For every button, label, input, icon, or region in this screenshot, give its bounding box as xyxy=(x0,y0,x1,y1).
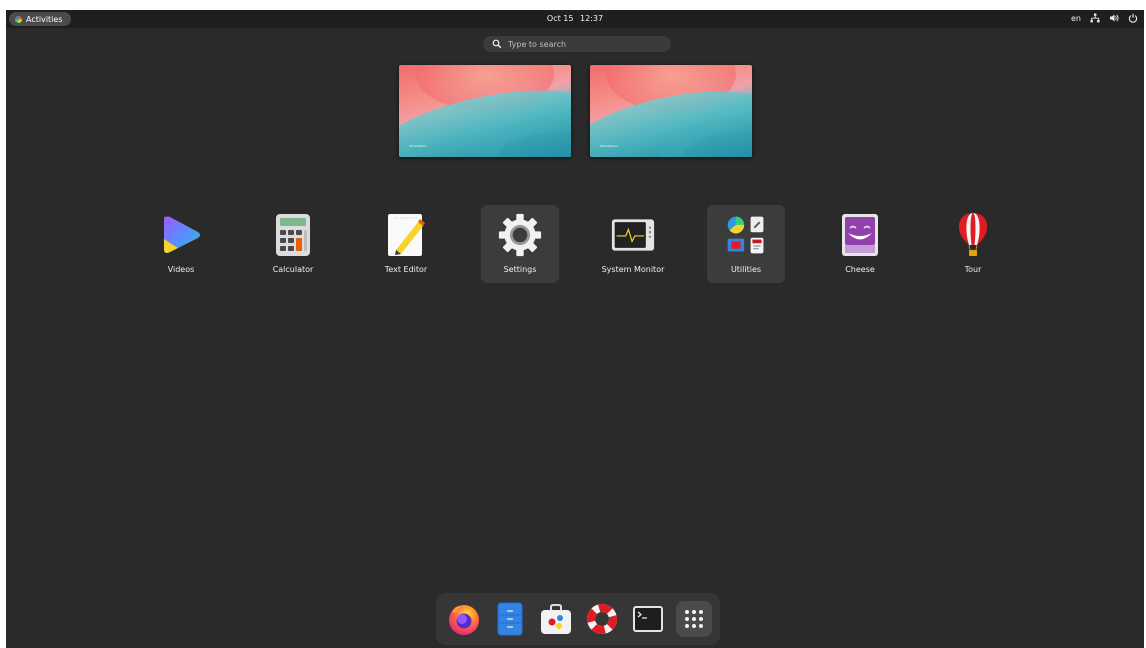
videos-icon xyxy=(159,213,203,257)
search-input[interactable] xyxy=(506,38,660,50)
desktop-overview: Activities Oct 15 12:37 en Workstation xyxy=(6,10,1144,648)
dock-files[interactable] xyxy=(492,601,528,637)
app-folder-utilities[interactable]: Utilities xyxy=(707,205,785,283)
app-system-monitor[interactable]: System Monitor xyxy=(594,205,672,283)
app-calculator[interactable]: Calculator xyxy=(254,205,332,283)
dock-terminal[interactable] xyxy=(630,601,666,637)
app-label: Utilities xyxy=(730,265,762,274)
show-apps-button[interactable] xyxy=(676,601,712,637)
system-tray: en xyxy=(1071,13,1138,23)
dock-help[interactable] xyxy=(584,601,620,637)
files-icon xyxy=(497,602,523,636)
app-text-editor[interactable]: Text Editor xyxy=(367,205,445,283)
cheese-icon xyxy=(838,213,882,257)
terminal-icon xyxy=(633,606,663,632)
firefox-icon xyxy=(449,605,479,635)
app-label: Cheese xyxy=(845,265,875,274)
app-tour[interactable]: Tour xyxy=(934,205,1012,283)
hot-air-balloon-icon xyxy=(951,213,995,257)
search-icon xyxy=(492,39,502,49)
workspace-brand: Workstation xyxy=(409,144,427,148)
dock-software[interactable] xyxy=(538,601,574,637)
dash-dock xyxy=(436,593,720,645)
app-label: Videos xyxy=(167,265,195,274)
clock[interactable]: Oct 15 12:37 xyxy=(6,14,1144,23)
app-label: Tour xyxy=(964,265,982,274)
app-label: Text Editor xyxy=(384,265,428,274)
power-icon[interactable] xyxy=(1128,13,1138,23)
clock-time: 12:37 xyxy=(580,14,604,23)
utilities-folder-icon xyxy=(724,213,768,257)
workspace-thumbnail-1[interactable]: Workstation xyxy=(399,65,571,157)
text-editor-icon xyxy=(384,213,428,257)
app-settings[interactable]: Settings xyxy=(481,205,559,283)
software-icon xyxy=(541,604,571,634)
app-cheese[interactable]: Cheese xyxy=(821,205,899,283)
app-label: Settings xyxy=(503,265,537,274)
workspace-brand: Workstation xyxy=(600,144,618,148)
dock-firefox[interactable] xyxy=(446,601,482,637)
app-label: Calculator xyxy=(272,265,314,274)
system-monitor-icon xyxy=(611,213,655,257)
app-grid-icon xyxy=(685,610,703,628)
workspace-thumbnail-2[interactable]: Workstation xyxy=(590,65,752,157)
app-label: System Monitor xyxy=(601,265,665,274)
gear-icon xyxy=(498,213,542,257)
lifebuoy-icon xyxy=(587,604,617,634)
network-icon[interactable] xyxy=(1090,13,1100,23)
top-bar: Activities Oct 15 12:37 en xyxy=(6,10,1144,28)
language-indicator[interactable]: en xyxy=(1071,14,1081,23)
calculator-icon xyxy=(271,213,315,257)
search-bar[interactable] xyxy=(483,36,671,52)
volume-icon[interactable] xyxy=(1109,13,1119,23)
clock-date: Oct 15 xyxy=(546,14,574,23)
app-videos[interactable]: Videos xyxy=(142,205,220,283)
